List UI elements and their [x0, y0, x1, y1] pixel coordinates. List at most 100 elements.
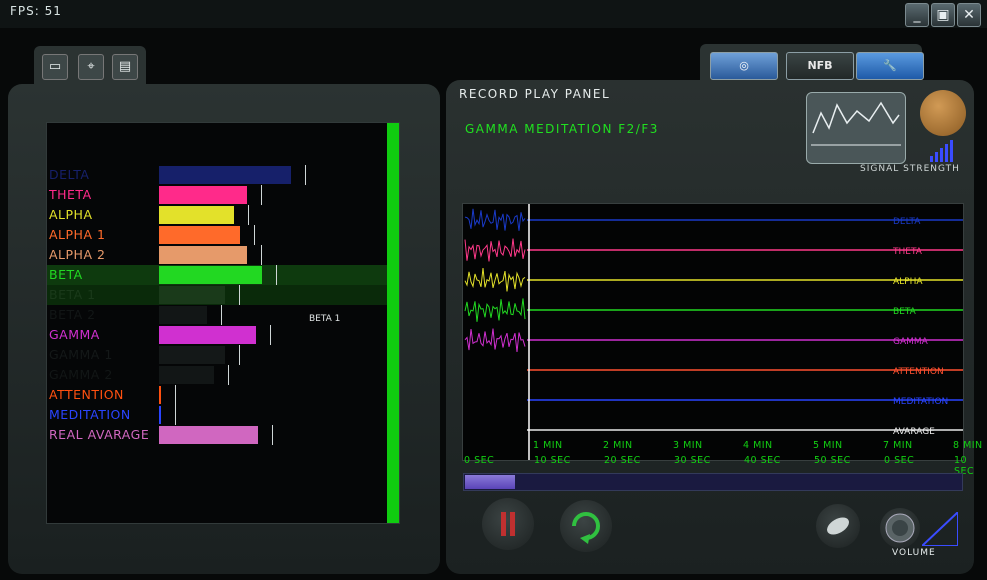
band-row[interactable]: ATTENTION	[47, 385, 387, 405]
band-row[interactable]: GAMMA	[47, 325, 387, 345]
band-label: BETA	[49, 267, 83, 282]
band-label: ALPHA 2	[49, 247, 106, 262]
signal-thumbnail	[806, 92, 906, 164]
timeline-second-label: 20 SEC	[604, 455, 641, 466]
level-strip	[387, 123, 399, 523]
signal-strength-label: SIGNAL STRENGTH	[860, 164, 960, 174]
band-tooltip: BETA 1	[309, 314, 341, 324]
channel-label: AVARAGE	[893, 427, 935, 437]
band-row[interactable]: BETA 1	[47, 285, 387, 305]
pause-button[interactable]	[482, 498, 534, 550]
band-peak-tick	[228, 365, 229, 385]
restore-icon: ▣	[936, 7, 950, 23]
minimize-icon: _	[913, 7, 921, 23]
band-peak-tick	[239, 345, 240, 365]
band-peak-tick	[261, 245, 262, 265]
channel-label: BETA	[893, 307, 917, 317]
band-bar	[159, 426, 258, 444]
channel-label: THETA	[892, 247, 923, 257]
progress-fill	[465, 475, 515, 489]
band-bar	[159, 206, 234, 224]
timeline-second-label: 0 SEC	[464, 455, 495, 466]
band-peak-tick	[272, 425, 273, 445]
band-row[interactable]: REAL AVARAGE	[47, 425, 387, 445]
restore-button[interactable]: ▣	[931, 3, 955, 27]
band-row[interactable]: THETA	[47, 185, 387, 205]
band-bar	[159, 246, 247, 264]
timeline-minute-label: 5 MIN	[813, 440, 843, 451]
band-label: GAMMA 1	[49, 347, 113, 362]
broadcast-button[interactable]	[816, 504, 860, 548]
close-button[interactable]: ✕	[957, 3, 981, 27]
band-peak-tick	[269, 325, 271, 345]
channel-waveform	[464, 208, 526, 231]
band-power-list: DELTA THETA ALPHA ALPHA 1 ALPHA 2 BETA BETA 1 B…	[46, 122, 400, 524]
wrench-icon: 🔧	[883, 59, 897, 72]
band-peak-tick	[276, 265, 278, 285]
satellite-icon	[827, 517, 849, 535]
mode-settings-tab[interactable]: 🔧	[856, 52, 924, 80]
channel-waveform	[464, 328, 526, 353]
band-peak-tick	[254, 225, 256, 245]
timeline-minute-label: 3 MIN	[673, 440, 703, 451]
timeline-second-label: 0 SEC	[884, 455, 915, 466]
save-icon[interactable]: ▤	[112, 54, 138, 80]
session-name: GAMMA MEDITATION F2/F3	[465, 122, 659, 136]
band-row[interactable]: BETA	[47, 265, 387, 285]
band-bar	[159, 346, 225, 364]
volume-label: VOLUME	[892, 548, 936, 558]
signal-waveform-icon	[811, 101, 901, 146]
band-label: BETA 2	[49, 307, 96, 322]
mode-visual-tab[interactable]: ◎	[710, 52, 778, 80]
meditation-face-icon	[920, 90, 966, 136]
band-label: GAMMA	[49, 327, 100, 342]
band-bar	[159, 386, 162, 404]
band-label: MEDITATION	[49, 407, 131, 422]
title-bar	[0, 0, 987, 30]
band-peak-tick	[239, 285, 240, 305]
band-peak-tick	[221, 305, 223, 325]
signal-strength-icon	[930, 140, 953, 162]
band-bar	[159, 186, 247, 204]
replay-icon	[572, 512, 600, 544]
eeg-plot-svg: DELTA THETA ALPHA BETA GAMMA ATTENTION MEDITAT…	[464, 204, 963, 460]
band-label: ALPHA 1	[49, 227, 106, 242]
document-icon[interactable]: ▭	[42, 54, 68, 80]
band-label: DELTA	[49, 167, 90, 182]
fps-counter: FPS: 51	[10, 4, 62, 18]
channel-label: ALPHA	[893, 277, 923, 287]
band-label: ATTENTION	[49, 387, 124, 402]
timeline-minute-label: 2 MIN	[603, 440, 633, 451]
band-row[interactable]: GAMMA 2	[47, 365, 387, 385]
band-row[interactable]: MEDITATION	[47, 405, 387, 425]
band-peak-tick	[261, 185, 262, 205]
timeline-second-label: 30 SEC	[674, 455, 711, 466]
close-icon: ✕	[963, 7, 975, 23]
timeline-second-label: 50 SEC	[814, 455, 851, 466]
band-label: REAL AVARAGE	[49, 427, 150, 442]
knob-icon	[885, 513, 915, 543]
band-row[interactable]: GAMMA 1	[47, 345, 387, 365]
band-bar	[159, 286, 225, 304]
band-row[interactable]: ALPHA	[47, 205, 387, 225]
channel-waveform	[464, 238, 526, 262]
minimize-button[interactable]: _	[905, 3, 929, 27]
eeg-timeline-plot: DELTA THETA ALPHA BETA GAMMA ATTENTION MEDITAT…	[462, 203, 964, 461]
band-peak-tick	[247, 205, 249, 225]
channel-label: GAMMA	[893, 337, 929, 347]
timeline-second-label: 40 SEC	[744, 455, 781, 466]
band-row[interactable]: ALPHA 1	[47, 225, 387, 245]
band-label: BETA 1	[49, 287, 96, 302]
band-bar	[159, 406, 162, 424]
panel-title: RECORD PLAY PANEL	[459, 87, 611, 101]
channel-waveform	[464, 298, 526, 322]
replay-button[interactable]	[560, 500, 612, 552]
band-row[interactable]: ALPHA 2	[47, 245, 387, 265]
mode-nfb-tab[interactable]: NFB	[786, 52, 854, 80]
volume-knob[interactable]	[880, 508, 920, 548]
channel-label: DELTA	[893, 217, 921, 227]
playback-progress-bar[interactable]	[463, 473, 963, 491]
band-row[interactable]: DELTA	[47, 165, 387, 185]
band-peak-tick	[175, 385, 177, 405]
map-icon[interactable]: ⌖	[78, 54, 104, 80]
